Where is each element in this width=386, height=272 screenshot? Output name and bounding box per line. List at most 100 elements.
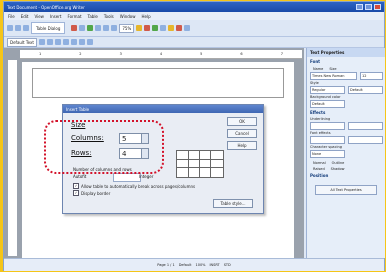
- font-effects-label: Font effects: [310, 131, 331, 135]
- ruler-mark: 4: [159, 52, 163, 56]
- underline-color-select[interactable]: [348, 122, 383, 130]
- underline-icon[interactable]: [54, 39, 61, 45]
- status-page: Page 1 / 1: [157, 263, 175, 267]
- align-right-icon[interactable]: [78, 39, 85, 45]
- close-button[interactable]: [374, 4, 381, 10]
- align-center-icon[interactable]: [70, 39, 77, 45]
- navigator-icon[interactable]: [160, 25, 167, 31]
- table-icon[interactable]: [136, 25, 143, 31]
- font-style-select[interactable]: Regular: [310, 86, 345, 94]
- paste-icon[interactable]: [111, 25, 118, 31]
- print-icon[interactable]: [79, 25, 86, 31]
- menu-help[interactable]: Help: [142, 14, 151, 19]
- horizontal-ruler[interactable]: 1 2 3 4 5 6 7: [20, 50, 302, 59]
- draw-icon[interactable]: [144, 25, 151, 31]
- minimize-button[interactable]: [356, 4, 363, 10]
- sidebar-title: Text Properties: [307, 48, 385, 57]
- bullets-icon[interactable]: [86, 39, 93, 45]
- zoom-select[interactable]: 75%: [119, 23, 135, 33]
- maximize-button[interactable]: [365, 4, 372, 10]
- open-icon[interactable]: [15, 25, 21, 31]
- help-button[interactable]: Help: [227, 141, 257, 150]
- pdf-icon[interactable]: [71, 25, 78, 31]
- checkmark-icon[interactable]: ✓: [73, 183, 79, 189]
- properties-sidebar: Text Properties Font Name Size Times New…: [306, 48, 385, 258]
- status-insert-mode[interactable]: INSRT: [210, 263, 220, 267]
- underlining-label: Underlining: [310, 117, 331, 121]
- font-effects-select[interactable]: [310, 136, 345, 144]
- menu-tools[interactable]: Tools: [104, 14, 114, 19]
- standard-toolbar: Table Dialog 75%: [4, 20, 384, 37]
- find-icon[interactable]: [168, 25, 175, 31]
- option-raised[interactable]: Raised: [310, 167, 325, 171]
- menu-file[interactable]: File: [8, 14, 15, 19]
- ruler-mark: 5: [200, 52, 203, 56]
- checkmark-icon[interactable]: ✓: [73, 190, 79, 196]
- size-highlight-annotation: [44, 120, 164, 174]
- autofit-unit: Integer: [139, 174, 154, 179]
- font-section-header[interactable]: Font: [307, 57, 385, 65]
- document-tab[interactable]: Table Dialog: [31, 22, 66, 34]
- cut-icon[interactable]: [95, 25, 102, 31]
- help-icon[interactable]: [184, 25, 191, 31]
- cancel-button[interactable]: Cancel: [227, 129, 257, 138]
- menu-format[interactable]: Format: [67, 14, 81, 19]
- background-color-label: Background color: [310, 95, 341, 99]
- ruler-mark: 6: [240, 52, 243, 56]
- effects-section-header[interactable]: Effects: [307, 108, 385, 116]
- dialog-title: Insert Table: [63, 105, 263, 113]
- title-bar: Text Document - OpenOffice.org Writer: [4, 2, 384, 12]
- background-color-select[interactable]: Default: [310, 100, 345, 108]
- menu-bar: File Edit View Insert Format Table Tools…: [4, 12, 384, 20]
- character-spacing-label: Character spacing: [310, 145, 342, 149]
- ruler-mark: 3: [119, 52, 122, 56]
- ruler-mark: 7: [280, 52, 283, 56]
- chart-icon[interactable]: [176, 25, 183, 31]
- header-frame: [32, 68, 284, 98]
- copy-icon[interactable]: [103, 25, 110, 31]
- all-text-properties-button[interactable]: All Text Properties: [315, 185, 377, 195]
- character-spacing-select[interactable]: None: [310, 150, 345, 158]
- option-shadow[interactable]: Shadow: [328, 167, 345, 171]
- menu-view[interactable]: View: [34, 14, 44, 19]
- underlining-select[interactable]: [310, 122, 345, 130]
- menu-table[interactable]: Table: [88, 14, 98, 19]
- menu-window[interactable]: Window: [120, 14, 136, 19]
- status-selection-mode[interactable]: STD: [224, 263, 231, 267]
- relief-select[interactable]: [348, 136, 383, 144]
- table-style-button[interactable]: Table style...: [213, 199, 253, 208]
- save-icon[interactable]: [23, 25, 29, 31]
- status-zoom[interactable]: 100%: [195, 263, 205, 267]
- font-style-label: Style: [310, 81, 319, 85]
- menu-edit[interactable]: Edit: [21, 14, 29, 19]
- option-normal[interactable]: Normal: [310, 161, 326, 165]
- font-weight-select[interactable]: Default: [348, 86, 383, 94]
- status-bar: Page 1 / 1 Default 100% INSRT STD: [4, 258, 384, 271]
- ok-button[interactable]: OK: [227, 117, 257, 126]
- autofit-select[interactable]: [113, 173, 141, 182]
- window-title: Text Document - OpenOffice.org Writer: [7, 4, 85, 10]
- vertical-ruler[interactable]: [8, 60, 17, 256]
- table-preview: [176, 150, 224, 178]
- italic-icon[interactable]: [46, 39, 53, 45]
- allow-break-checkbox[interactable]: ✓ Allow table to automatically break acr…: [73, 183, 195, 189]
- ruler-mark: 2: [79, 52, 82, 56]
- align-left-icon[interactable]: [62, 39, 69, 45]
- position-section-header[interactable]: Position: [307, 171, 385, 179]
- formatting-toolbar: Default Text: [4, 37, 384, 48]
- ruler-mark: 1: [39, 52, 42, 56]
- bold-icon[interactable]: [38, 39, 45, 45]
- font-size-label: Size: [329, 67, 337, 71]
- paragraph-style-select[interactable]: Default Text: [7, 37, 37, 47]
- font-name-label: Name: [313, 67, 324, 71]
- option-outline[interactable]: Outline: [329, 161, 345, 165]
- display-border-label: Display border: [81, 190, 111, 196]
- gallery-icon[interactable]: [152, 25, 159, 31]
- autofit-label: Autofit: [73, 174, 87, 179]
- new-icon[interactable]: [7, 25, 13, 31]
- font-name-select[interactable]: Times New Roman: [310, 72, 357, 80]
- display-border-checkbox[interactable]: ✓ Display border: [73, 190, 110, 196]
- font-size-select[interactable]: 12: [360, 72, 383, 80]
- menu-insert[interactable]: Insert: [50, 14, 61, 19]
- spellcheck-icon[interactable]: [87, 25, 94, 31]
